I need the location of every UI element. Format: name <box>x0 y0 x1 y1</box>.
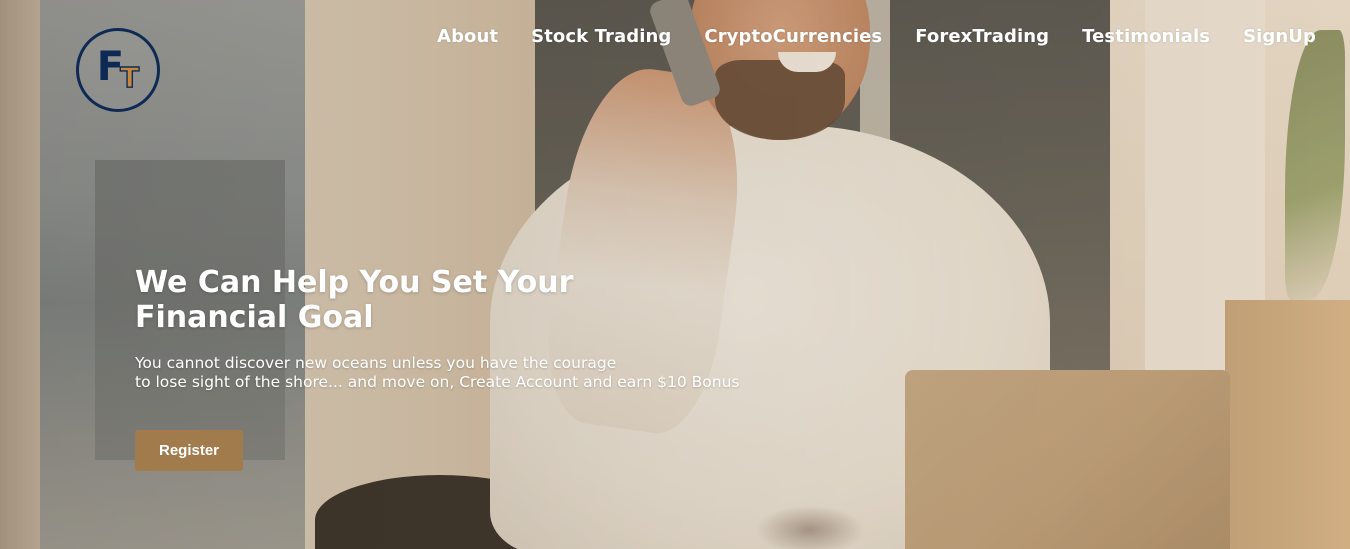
hero-headline-line2: Financial Goal <box>135 300 374 335</box>
hero-headline-line1: We Can Help You Set Your <box>135 265 574 300</box>
hero-section: F T About Stock Trading CryptoCurrencies… <box>0 0 1350 549</box>
hero-subtext-line2: to lose sight of the shore... and move o… <box>135 373 740 391</box>
nav-link-forex-trading[interactable]: ForexTrading <box>915 25 1049 49</box>
nav-link-about[interactable]: About <box>437 25 498 49</box>
logo-link[interactable]: F T <box>76 28 160 112</box>
nav-link-testimonials[interactable]: Testimonials <box>1082 25 1210 49</box>
hero-headline: We Can Help You Set Your Financial Goal <box>135 265 605 335</box>
main-nav: About Stock Trading CryptoCurrencies For… <box>437 25 1316 49</box>
register-button[interactable]: Register <box>135 430 243 471</box>
nav-link-stock-trading[interactable]: Stock Trading <box>531 25 671 49</box>
nav-link-signup[interactable]: SignUp <box>1243 25 1316 49</box>
hero-subtext: You cannot discover new oceans unless yo… <box>135 354 785 392</box>
nav-link-cryptocurrencies[interactable]: CryptoCurrencies <box>704 25 882 49</box>
hero-subtext-line1: You cannot discover new oceans unless yo… <box>135 354 617 372</box>
logo-letter-t: T <box>119 61 140 94</box>
